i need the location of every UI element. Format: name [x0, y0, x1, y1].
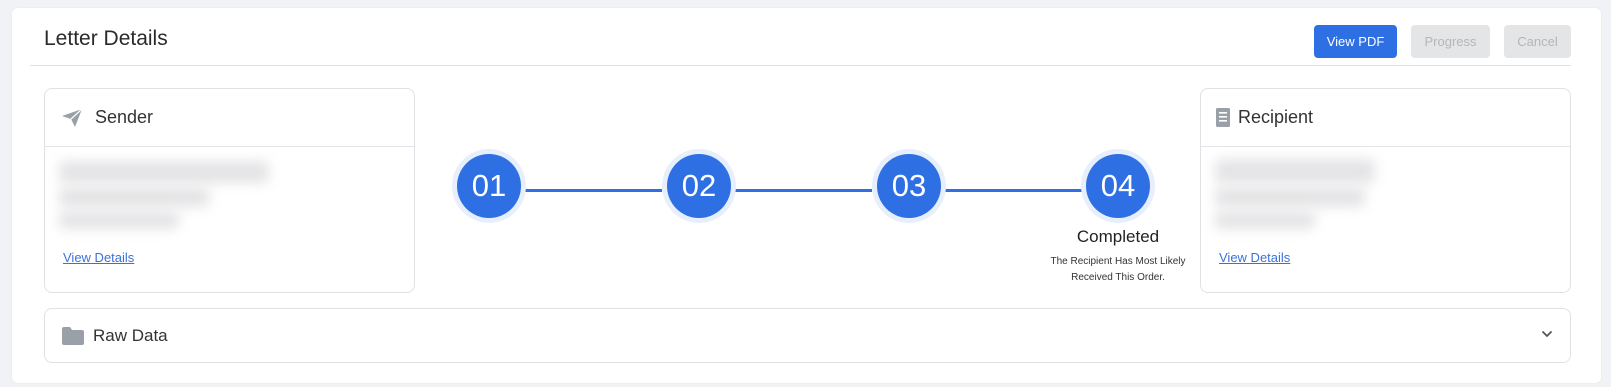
step-4-circle: 04: [1086, 154, 1150, 218]
cancel-button[interactable]: Cancel: [1504, 25, 1571, 58]
redacted-recipient-line: [1215, 211, 1315, 229]
step-status-label: Completed: [1076, 227, 1160, 246]
sender-title: Sender: [95, 107, 154, 127]
step-3-circle: 03: [877, 154, 941, 218]
recipient-title: Recipient: [1238, 107, 1314, 127]
redacted-sender-line: [59, 161, 269, 183]
step-description-line: The Recipient Has Most Likely: [1050, 256, 1186, 267]
step-2-circle: 02: [667, 154, 731, 218]
raw-data-accordion[interactable]: Raw Data: [44, 308, 1571, 363]
sender-header: Sender: [45, 89, 414, 147]
progress-button[interactable]: Progress: [1411, 25, 1490, 58]
folder-icon: [62, 326, 84, 345]
recipient-panel: Recipient View Details: [1200, 88, 1571, 293]
redacted-recipient-line: [1215, 159, 1375, 183]
chevron-down-icon[interactable]: [1540, 327, 1554, 341]
raw-data-title: Raw Data: [93, 325, 168, 345]
step-connector: [942, 189, 1082, 192]
redacted-recipient-line: [1215, 187, 1365, 207]
recipient-header: Recipient: [1201, 89, 1570, 147]
step-connector: [732, 189, 872, 192]
sender-panel: Sender View Details: [44, 88, 415, 293]
recipient-view-details-link[interactable]: View Details: [1219, 250, 1290, 265]
redacted-sender-line: [59, 187, 209, 207]
step-status-description: The Recipient Has Most Likely Received T…: [1041, 254, 1195, 286]
document-icon: [1216, 108, 1230, 127]
step-connector: [522, 189, 662, 192]
sender-view-details-link[interactable]: View Details: [63, 250, 134, 265]
step-1-circle: 01: [457, 154, 521, 218]
paper-plane-icon: [61, 108, 83, 128]
view-pdf-button[interactable]: View PDF: [1314, 25, 1397, 58]
redacted-sender-line: [59, 211, 179, 229]
header-divider: [30, 65, 1571, 66]
page-title: Letter Details: [44, 27, 168, 50]
step-description-line: Received This Order.: [1071, 272, 1165, 283]
